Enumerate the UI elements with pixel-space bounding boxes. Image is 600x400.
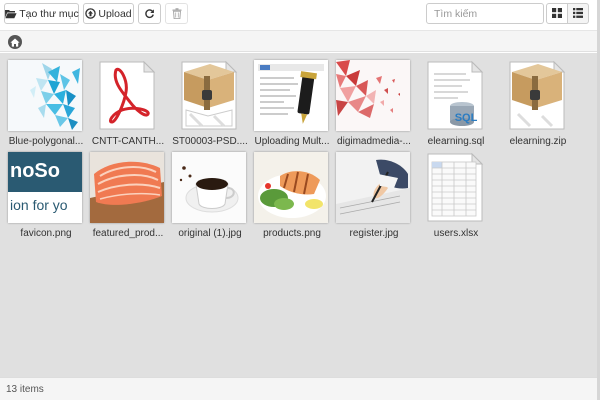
- file-name: users.xlsx: [433, 228, 479, 239]
- zip-archive-icon: [172, 60, 246, 131]
- file-name: elearning.zip: [509, 136, 567, 147]
- blue-polygon-image: [8, 60, 82, 131]
- file-name: products.png: [263, 228, 321, 239]
- favicon-text-top: noSo: [10, 160, 60, 182]
- new-folder-label: Tạo thư mục: [19, 7, 79, 20]
- toolbar: Tạo thư mục Upload: [0, 0, 600, 28]
- red-polygon-image: [336, 60, 410, 131]
- file-name: original (1).jpg: [178, 228, 242, 239]
- file-name: register.jpg: [349, 228, 399, 239]
- file-name: favicon.png: [20, 228, 72, 239]
- file-name: CNTT-CANTH...: [91, 136, 165, 147]
- delete-button[interactable]: [165, 3, 188, 24]
- file-name: elearning.sql: [427, 136, 485, 147]
- zip-archive-icon: [500, 60, 574, 131]
- coffee-image: [172, 152, 246, 223]
- upload-button[interactable]: Upload: [83, 3, 134, 24]
- favicon-image: noSo ion for yo: [8, 152, 82, 223]
- grid-view-button[interactable]: [546, 3, 568, 24]
- file-grid: Blue-polygonal... CNTT-CANTH... ST00003-…: [0, 53, 600, 377]
- list-view-button[interactable]: [567, 3, 589, 24]
- file-name: ST00003-PSD....: [172, 136, 248, 147]
- refresh-icon: [144, 8, 155, 19]
- folder-open-icon: [4, 8, 17, 19]
- home-icon[interactable]: [8, 35, 22, 49]
- new-folder-button[interactable]: Tạo thư mục: [4, 3, 79, 24]
- pdf-file-icon: [90, 60, 164, 131]
- item-count: 13 items: [6, 384, 44, 395]
- signing-hand-image: [336, 152, 410, 223]
- file-name: featured_prod...: [92, 228, 164, 239]
- breadcrumb: [0, 30, 600, 52]
- trash-icon: [172, 8, 182, 19]
- file-name: Uploading Mult...: [254, 136, 330, 147]
- upload-icon: [85, 8, 97, 19]
- grid-view-icon: [552, 7, 562, 21]
- file-name: digimadmedia-...: [337, 136, 411, 147]
- document-file-icon: [254, 60, 328, 131]
- grilled-fish-image: [254, 152, 328, 223]
- salmon-image: [90, 152, 164, 223]
- upload-label: Upload: [98, 7, 132, 20]
- search-input[interactable]: [426, 3, 544, 24]
- refresh-button[interactable]: [138, 3, 161, 24]
- spreadsheet-file-icon: [418, 152, 492, 223]
- status-bar: 13 items: [0, 377, 600, 400]
- sql-badge: SQL: [454, 112, 478, 124]
- favicon-text-bottom: ion for yo: [10, 197, 68, 213]
- list-view-icon: [573, 7, 583, 21]
- file-name: Blue-polygonal...: [8, 136, 84, 147]
